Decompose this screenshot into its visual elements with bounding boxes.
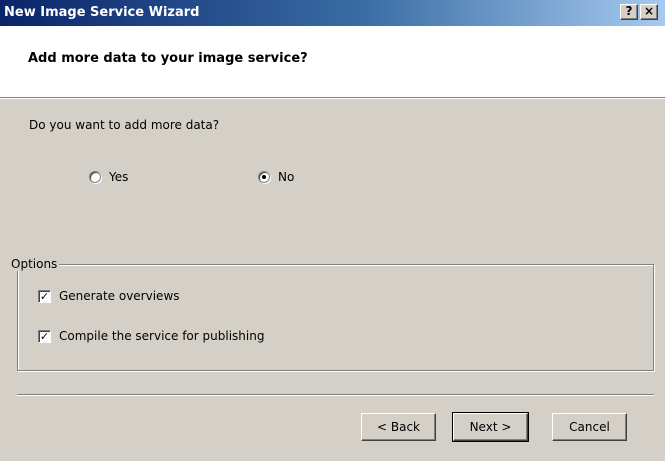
radio-no[interactable]: No [258, 170, 294, 184]
radio-no-circle[interactable] [258, 171, 270, 183]
close-button[interactable]: × [640, 4, 658, 20]
add-data-question: Do you want to add more data? [29, 118, 220, 132]
wizard-dialog: New Image Service Wizard ? × Add more da… [0, 0, 665, 461]
compile-service-option[interactable]: ✓ Compile the service for publishing [38, 329, 264, 343]
next-button[interactable]: Next > [452, 412, 529, 442]
radio-yes-label: Yes [109, 170, 129, 184]
page-title: Add more data to your image service? [28, 51, 308, 66]
radio-yes[interactable]: Yes [89, 170, 128, 184]
help-button[interactable]: ? [620, 4, 638, 20]
options-legend: Options [9, 257, 60, 271]
radio-no-label: No [278, 170, 295, 184]
radio-yes-circle[interactable] [89, 171, 101, 183]
close-icon: × [643, 4, 655, 18]
cancel-button[interactable]: Cancel [552, 413, 627, 441]
generate-overviews-option[interactable]: ✓ Generate overviews [38, 289, 180, 303]
title-bar[interactable]: New Image Service Wizard ? × [0, 0, 665, 26]
help-icon: ? [625, 4, 633, 18]
window-title: New Image Service Wizard [4, 5, 200, 20]
back-button[interactable]: < Back [361, 413, 436, 441]
compile-service-checkbox[interactable]: ✓ [38, 329, 51, 343]
header-divider [0, 98, 665, 99]
generate-overviews-checkbox[interactable]: ✓ [38, 289, 51, 303]
wizard-header: Add more data to your image service? [0, 26, 665, 98]
options-groupbox [17, 264, 654, 371]
generate-overviews-label: Generate overviews [59, 289, 180, 303]
footer-divider [17, 394, 654, 396]
compile-service-label: Compile the service for publishing [59, 329, 265, 343]
